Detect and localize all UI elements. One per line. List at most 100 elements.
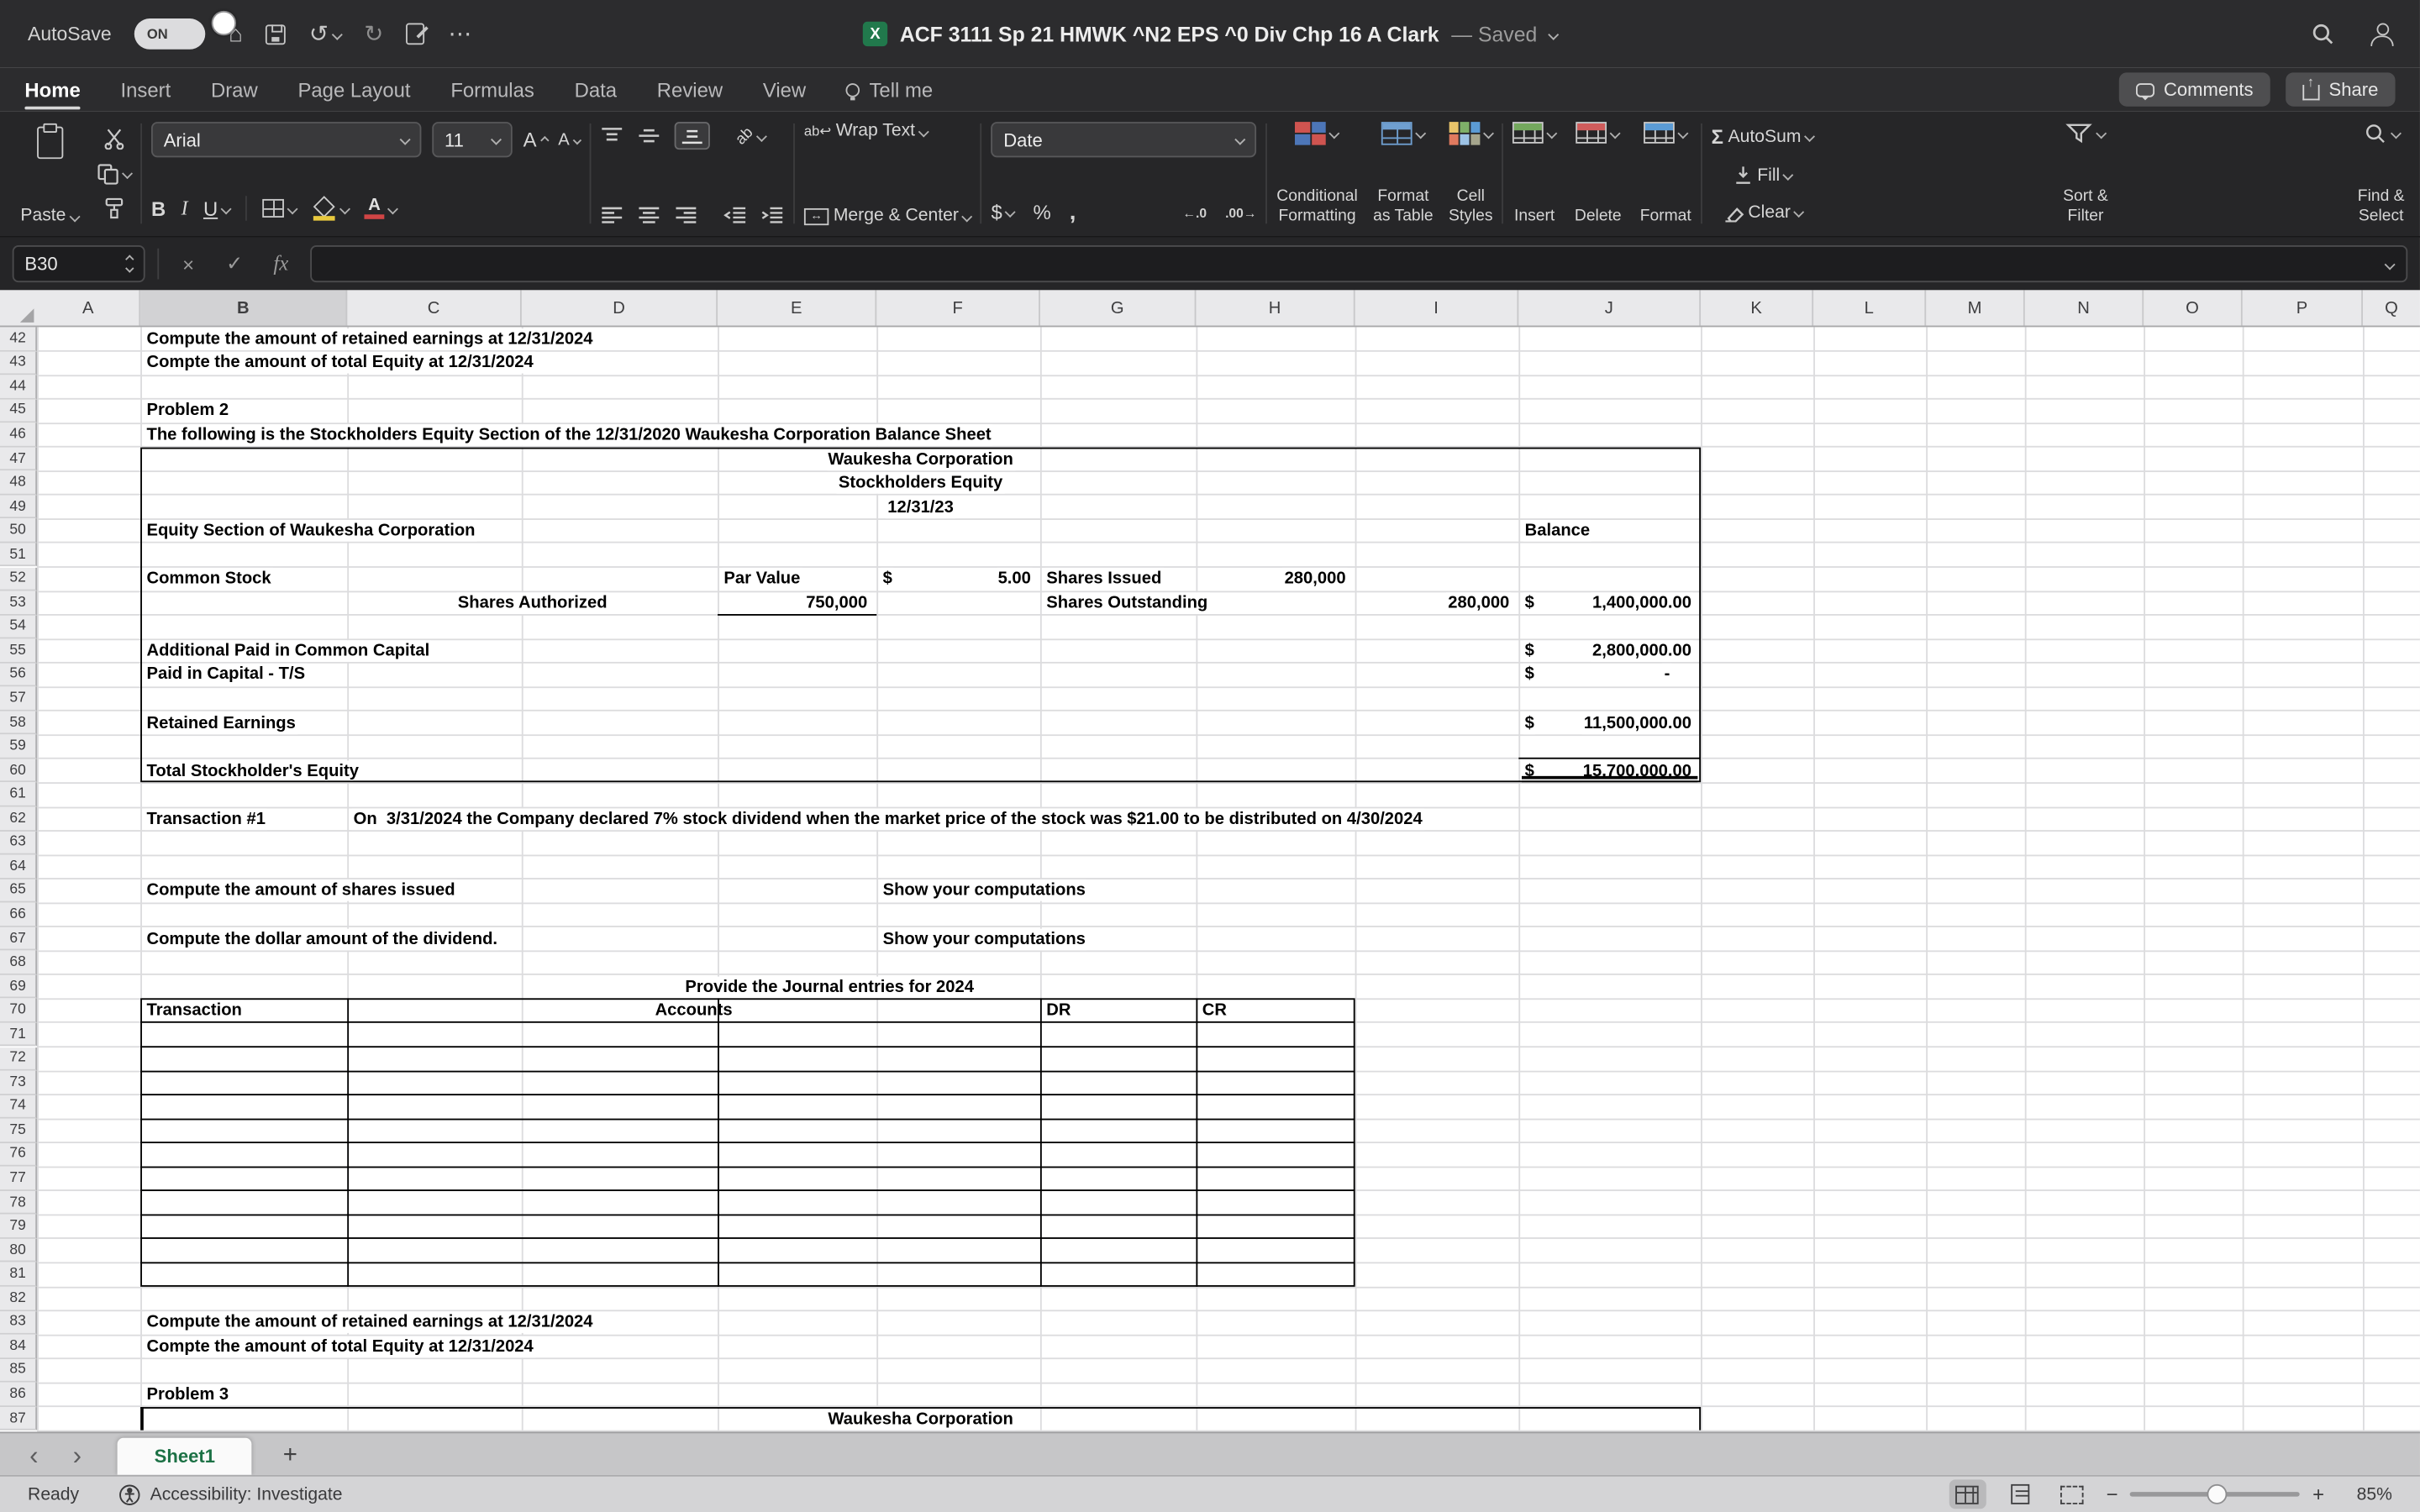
save-icon[interactable] [266,24,286,44]
find-select-button[interactable]: Find &Select [2358,122,2405,225]
font-name-select[interactable]: Arial [151,122,421,157]
sheet-tab-sheet1[interactable]: Sheet1 [118,1438,252,1475]
row-header-81[interactable]: 81 [0,1263,37,1287]
row-header-52[interactable]: 52 [0,567,37,591]
cell-H70[interactable]: CR [1196,999,1355,1023]
cell-B56[interactable]: Paid in Capital - T/S [140,663,347,687]
cell-J56[interactable]: - [1518,663,1701,687]
cell-B50[interactable]: Equity Section of Waukesha Corporation [140,519,347,543]
tab-data[interactable]: Data [575,68,617,111]
column-header-H[interactable]: H [1196,290,1355,325]
cell-B70[interactable]: Transaction [140,999,347,1023]
column-header-P[interactable]: P [2243,290,2363,325]
font-color-button[interactable]: A [365,197,397,219]
tab-tell-me[interactable]: Tell me [846,68,933,111]
column-header-M[interactable]: M [1926,290,2025,325]
cell-J58[interactable]: 11,500,000.00 [1518,711,1701,735]
row-header-63[interactable]: 63 [0,831,37,855]
cell-G53[interactable]: Shares Outstanding [1040,591,1197,616]
comma-button[interactable]: , [1070,199,1076,225]
row-header-48[interactable]: 48 [0,471,37,496]
document-title-area[interactable]: X ACF 3111 Sp 21 HMWK ^N2 EPS ^0 Div Chp… [863,0,1557,68]
sheet-nav-right-icon[interactable]: › [59,1438,96,1475]
cell-E53[interactable]: 750,000 [718,591,876,616]
cancel-entry-icon[interactable]: × [171,252,205,276]
column-header-N[interactable]: N [2025,290,2144,325]
cell-F67[interactable]: Show your computations [876,927,1040,951]
quick-edit-icon[interactable] [407,24,425,45]
align-middle-button[interactable] [638,127,661,145]
orientation-button[interactable]: ab [736,128,765,144]
row-header-68[interactable]: 68 [0,951,37,975]
row-header-70[interactable]: 70 [0,999,37,1023]
undo-icon[interactable]: ↺ [309,23,341,46]
autosave-toggle[interactable]: ON [134,18,205,50]
row-header-72[interactable]: 72 [0,1047,37,1071]
align-center-button[interactable] [638,205,661,225]
row-header-43[interactable]: 43 [0,351,37,375]
row-header-53[interactable]: 53 [0,591,37,616]
zoom-slider-knob[interactable] [2207,1484,2228,1504]
cell-B55[interactable]: Additional Paid in Common Capital [140,639,347,664]
number-format-select[interactable]: Date [992,122,1257,157]
cell-B87[interactable]: Waukesha Corporation [140,1407,1701,1431]
tab-home[interactable]: Home [24,68,80,111]
currency-button[interactable]: $ [992,201,1015,224]
decrease-font-button[interactable]: A [558,130,580,149]
cell-B58[interactable]: Retained Earnings [140,711,347,735]
search-icon[interactable] [2311,22,2335,46]
row-header-80[interactable]: 80 [0,1239,37,1263]
cell-B83[interactable]: Compute the amount of retained earnings … [140,1310,347,1335]
more-commands-icon[interactable]: ⋯ [448,23,471,46]
spreadsheet-grid[interactable]: ABCDEFGHIJKLMNOPQ 4243444546474849505152… [0,290,2420,1431]
row-header-50[interactable]: 50 [0,519,37,543]
clear-button[interactable]: Clear [1712,202,1813,223]
row-header-54[interactable]: 54 [0,615,37,639]
row-header-73[interactable]: 73 [0,1071,37,1095]
column-header-F[interactable]: F [876,290,1040,325]
increase-indent-button[interactable] [760,205,784,225]
cell-B69[interactable]: Provide the Journal entries for 2024 [140,975,1518,1000]
cell-G70[interactable]: DR [1040,999,1197,1023]
decrease-indent-button[interactable] [723,205,747,225]
cell-B67[interactable]: Compute the dollar amount of the dividen… [140,927,347,951]
row-header-49[interactable]: 49 [0,495,37,519]
align-left-button[interactable] [600,205,623,225]
column-header-C[interactable]: C [347,290,522,325]
row-header-83[interactable]: 83 [0,1310,37,1335]
row-header-64[interactable]: 64 [0,855,37,879]
row-header-47[interactable]: 47 [0,447,37,471]
row-header-76[interactable]: 76 [0,1142,37,1167]
row-header-65[interactable]: 65 [0,879,37,903]
cell-B86[interactable]: Problem 3 [140,1383,347,1407]
paste-button[interactable]: Paste [15,122,83,225]
borders-button[interactable] [262,199,296,218]
cell-E52[interactable]: Par Value [718,567,876,591]
formula-bar-expand-icon[interactable] [2385,259,2396,270]
cell-B42[interactable]: Compute the amount of retained earnings … [140,327,347,351]
row-header-82[interactable]: 82 [0,1287,37,1311]
cell-B62[interactable]: Transaction #1 [140,807,347,832]
row-header-51[interactable]: 51 [0,543,37,567]
tab-review[interactable]: Review [657,68,723,111]
normal-view-button[interactable] [1949,1479,1986,1509]
cell-B46[interactable]: The following is the Stockholders Equity… [140,423,347,448]
row-header-62[interactable]: 62 [0,807,37,832]
column-header-J[interactable]: J [1518,290,1701,325]
row-header-77[interactable]: 77 [0,1167,37,1191]
column-header-A[interactable]: A [37,290,140,325]
cell-B47[interactable]: Waukesha Corporation [140,447,1701,471]
tab-view[interactable]: View [763,68,806,111]
row-header-74[interactable]: 74 [0,1095,37,1119]
row-header-75[interactable]: 75 [0,1119,37,1143]
row-header-66[interactable]: 66 [0,903,37,927]
comments-button[interactable]: Comments [2119,72,2270,106]
share-button[interactable]: Share [2286,72,2395,106]
redo-icon[interactable]: ↻ [364,23,383,46]
enter-entry-icon[interactable]: ✓ [218,251,251,276]
row-header-59[interactable]: 59 [0,735,37,759]
increase-font-button[interactable]: A [523,128,548,151]
cell-B52[interactable]: Common Stock [140,567,347,591]
row-header-87[interactable]: 87 [0,1407,37,1431]
cell-B60[interactable]: Total Stockholder's Equity [140,759,347,783]
